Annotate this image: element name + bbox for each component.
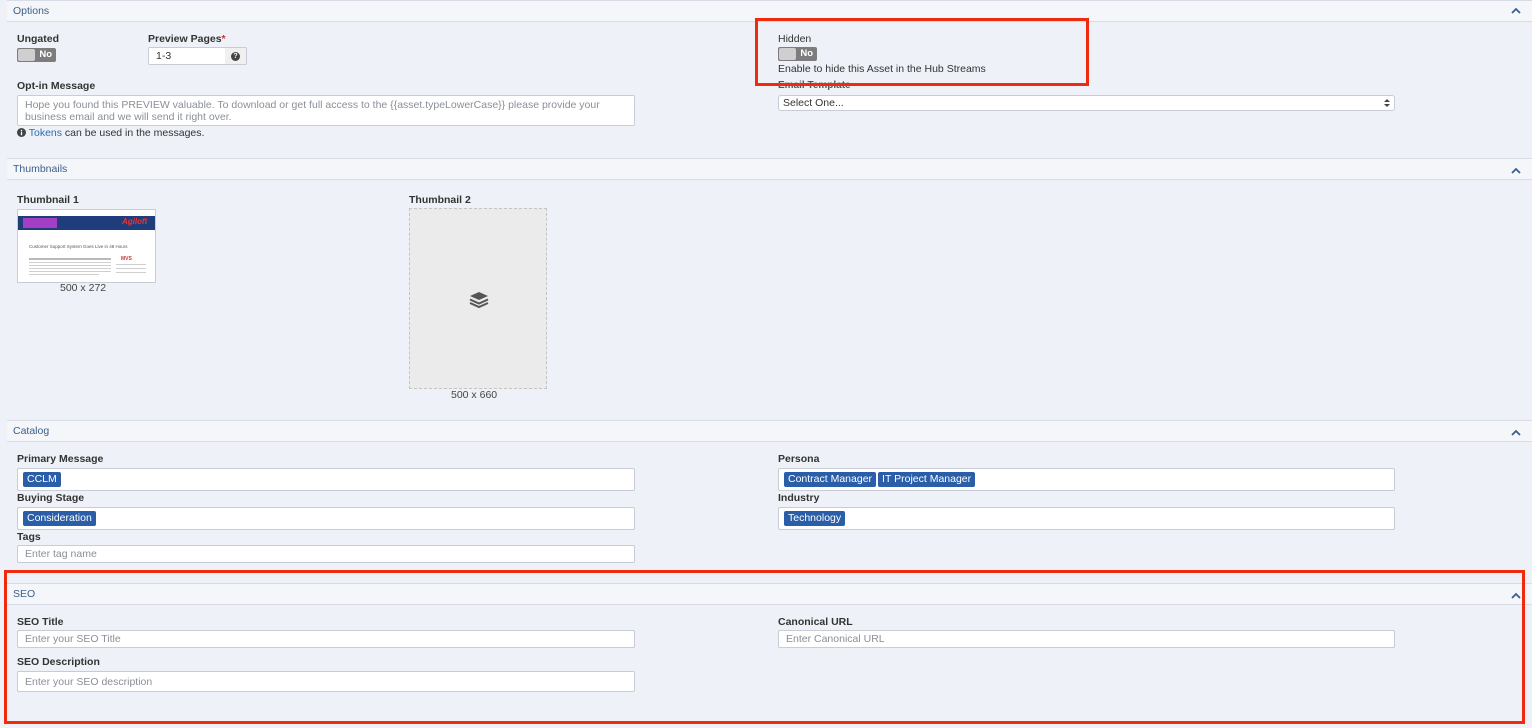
- chevron-up-icon[interactable]: [1510, 427, 1522, 439]
- seo-section-header[interactable]: SEO: [7, 583, 1532, 605]
- seo-description-input[interactable]: [17, 671, 635, 692]
- tag-chip[interactable]: IT Project Manager: [878, 472, 976, 487]
- tag-chip[interactable]: Technology: [784, 511, 846, 526]
- thumbnail-2-dropzone[interactable]: [409, 208, 547, 389]
- ungated-toggle[interactable]: No: [17, 48, 56, 62]
- tags-input[interactable]: [17, 545, 635, 563]
- thumbnails-section-title: Thumbnails: [13, 163, 68, 175]
- thumbnail-1-size: 500 x 272: [60, 282, 107, 294]
- thumbnail-1-label: Thumbnail 1: [17, 194, 79, 206]
- catalog-section-title: Catalog: [13, 425, 50, 437]
- hidden-toggle[interactable]: No: [778, 47, 817, 61]
- info-icon: [17, 128, 26, 137]
- thumb-brand-logo: Agiloft: [122, 217, 148, 226]
- thumb-text-line: [116, 272, 146, 273]
- primary-message-tag-input[interactable]: CCLM: [17, 468, 635, 491]
- thumb-banner-accent: [23, 218, 57, 228]
- layers-icon: [469, 292, 489, 309]
- question-icon: ?: [231, 52, 240, 61]
- thumb-text-line: [29, 262, 111, 263]
- select-arrows-icon: [1384, 99, 1390, 107]
- thumb-text-line: [29, 271, 111, 272]
- preview-pages-label-text: Preview Pages: [148, 33, 222, 45]
- tag-chip[interactable]: Consideration: [23, 511, 96, 526]
- tokens-note-text: can be used in the messages.: [62, 127, 205, 139]
- thumb-text-line: [29, 268, 111, 269]
- email-template-label: Email Template: [778, 80, 851, 91]
- buying-stage-tag-input[interactable]: Consideration: [17, 507, 635, 530]
- chevron-up-icon[interactable]: [1510, 165, 1522, 177]
- catalog-section-header[interactable]: Catalog: [7, 420, 1532, 442]
- industry-label: Industry: [778, 492, 820, 504]
- required-asterisk: *: [221, 33, 226, 45]
- preview-pages-help-button[interactable]: ?: [225, 47, 247, 65]
- optin-message-label: Opt-in Message: [17, 80, 96, 92]
- seo-description-label: SEO Description: [17, 656, 100, 668]
- thumb-text-line: [116, 268, 146, 269]
- canonical-url-input[interactable]: [778, 630, 1395, 648]
- industry-tag-input[interactable]: Technology: [778, 507, 1395, 530]
- tokens-note: Tokens can be used in the messages.: [17, 127, 204, 139]
- chevron-up-icon[interactable]: [1510, 590, 1522, 602]
- options-section-title: Options: [13, 5, 50, 17]
- thumb-text-line: [29, 265, 111, 266]
- buying-stage-label: Buying Stage: [17, 492, 85, 504]
- canonical-url-label: Canonical URL: [778, 616, 853, 628]
- thumb-text-line: [29, 258, 111, 260]
- thumbnail-2-label: Thumbnail 2: [409, 194, 471, 206]
- seo-title-input[interactable]: [17, 630, 635, 648]
- optin-message-textarea[interactable]: [17, 95, 635, 126]
- toggle-knob: [779, 48, 796, 60]
- preview-pages-input[interactable]: [148, 47, 226, 65]
- preview-pages-label: Preview Pages*: [148, 33, 226, 45]
- ungated-toggle-value: No: [39, 49, 52, 60]
- tags-label: Tags: [17, 531, 41, 543]
- thumb-text-line: [116, 264, 146, 265]
- email-template-select[interactable]: Select One...: [778, 95, 1395, 111]
- hidden-help-text: Enable to hide this Asset in the Hub Str…: [778, 63, 986, 75]
- hidden-label: Hidden: [778, 33, 812, 45]
- options-section-header[interactable]: Options: [7, 0, 1532, 22]
- tag-chip[interactable]: CCLM: [23, 472, 61, 487]
- ungated-label: Ungated: [17, 33, 59, 45]
- seo-title-label: SEO Title: [17, 616, 64, 628]
- email-template-value: Select One...: [783, 97, 844, 109]
- thumbnails-section-header[interactable]: Thumbnails: [7, 158, 1532, 180]
- thumb-text-line: [29, 274, 99, 275]
- primary-message-label: Primary Message: [17, 453, 104, 465]
- thumb-partner-logo: MVS: [121, 256, 132, 262]
- persona-label: Persona: [778, 453, 820, 465]
- seo-section-title: SEO: [13, 588, 36, 600]
- hidden-toggle-value: No: [800, 48, 813, 59]
- toggle-knob: [18, 49, 35, 61]
- tag-chip[interactable]: Contract Manager: [784, 472, 877, 487]
- persona-tag-input[interactable]: Contract Manager IT Project Manager: [778, 468, 1395, 491]
- thumb-heading: Customer Support System Goes Live in 48 …: [29, 244, 128, 249]
- chevron-up-icon[interactable]: [1510, 5, 1522, 17]
- thumbnail-1-image[interactable]: Agiloft Customer Support System Goes Liv…: [17, 209, 156, 283]
- tokens-link[interactable]: Tokens: [29, 127, 62, 139]
- thumbnail-2-size: 500 x 660: [451, 389, 498, 401]
